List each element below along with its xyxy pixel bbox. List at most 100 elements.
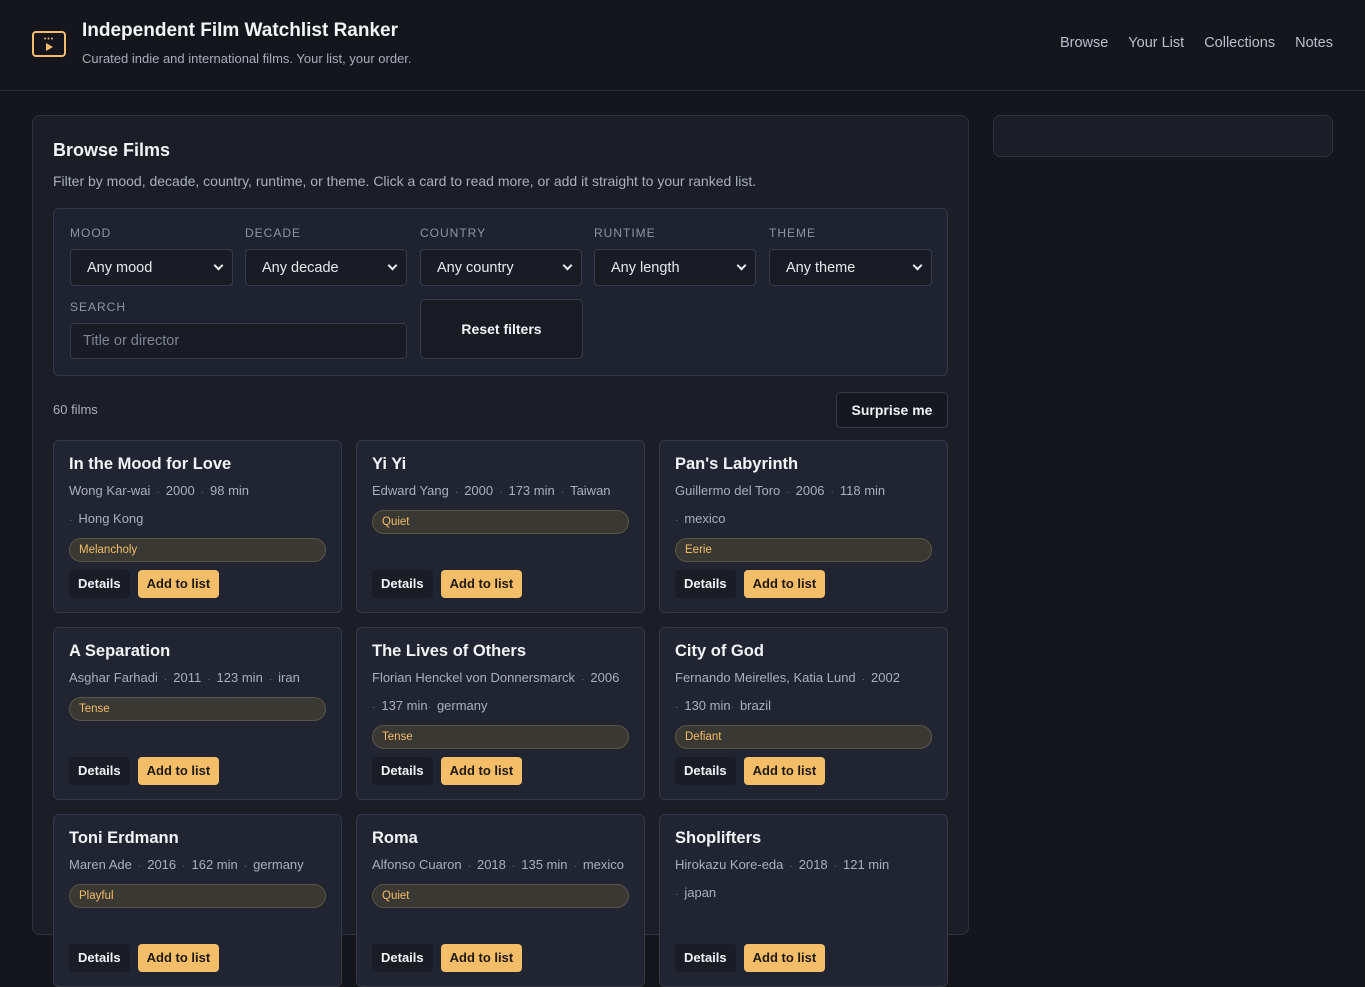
film-meta-item: Alfonso Cuaron — [372, 857, 462, 872]
top-bar: ••• Independent Film Watchlist Ranker Cu… — [0, 0, 1365, 91]
runtime-filter: RUNTIME Any length — [594, 226, 756, 286]
mood-value: Any mood — [87, 259, 153, 276]
separator-dot: · — [675, 515, 679, 526]
add-to-list-button[interactable]: Add to list — [743, 757, 826, 785]
film-meta-item: brazil — [739, 698, 772, 713]
separator-dot: · — [207, 674, 211, 685]
details-button[interactable]: Details — [372, 944, 433, 972]
filter-panel: MOOD Any mood DECADE Any decade COUNTRY … — [53, 208, 948, 376]
film-meta: Florian Henckel von Donnersmarck · 2006 · 13… — [372, 665, 629, 721]
add-to-list-button[interactable]: Add to list — [440, 944, 523, 972]
add-to-list-button[interactable]: Add to list — [743, 570, 826, 598]
surprise-me-button[interactable]: Surprise me — [836, 392, 948, 428]
film-meta-item: 2006 — [795, 483, 825, 498]
film-card[interactable]: Toni Erdmann Maren Ade · 2016 · 162 min · germa… — [53, 814, 342, 987]
card-actions: Details Add to list — [372, 944, 523, 972]
film-card[interactable]: A Separation Asghar Farhadi · 2011 · 123 min ·… — [53, 627, 342, 800]
separator-dot: · — [243, 861, 248, 872]
separator-dot: · — [163, 674, 168, 685]
details-button[interactable]: Details — [675, 570, 736, 598]
country-value: Any country — [437, 259, 514, 276]
country-label: COUNTRY — [420, 226, 487, 240]
separator-dot: · — [427, 702, 431, 713]
mood-tag: Quiet — [372, 884, 629, 908]
nav-your-list[interactable]: Your List — [1128, 35, 1184, 51]
separator-dot: · — [786, 487, 790, 498]
separator-dot: · — [675, 702, 679, 713]
card-actions: Details Add to list — [69, 570, 220, 598]
film-meta-item: 118 min — [839, 483, 886, 498]
details-button[interactable]: Details — [675, 944, 736, 972]
film-card[interactable]: The Lives of Others Florian Henckel von D… — [356, 627, 645, 800]
separator-dot: · — [137, 861, 142, 872]
add-to-list-button[interactable]: Add to list — [743, 944, 826, 972]
search-filter: SEARCH — [70, 300, 407, 359]
film-meta-item: Taiwan — [570, 483, 611, 498]
film-meta-item: 121 min — [843, 857, 890, 872]
chevron-down-icon — [387, 260, 398, 271]
add-to-list-button[interactable]: Add to list — [137, 570, 220, 598]
nav-notes[interactable]: Notes — [1295, 35, 1333, 51]
theme-value: Any theme — [786, 259, 856, 276]
film-card[interactable]: Pan's Labyrinth Guillermo del Toro · 2006 · 1… — [659, 440, 948, 613]
details-button[interactable]: Details — [69, 757, 130, 785]
film-card[interactable]: Yi Yi Edward Yang · 2000 · 173 min · Taiwan Quie… — [356, 440, 645, 613]
separator-dot: · — [581, 674, 585, 685]
chevron-down-icon — [912, 260, 923, 271]
search-input[interactable] — [70, 323, 407, 359]
film-card[interactable]: Roma Alfonso Cuaron · 2018 · 135 min · mexico Qu… — [356, 814, 645, 987]
browse-title: Browse Films — [53, 140, 171, 160]
add-to-list-button[interactable]: Add to list — [137, 944, 220, 972]
results-bar: 60 films Surprise me — [53, 376, 948, 440]
theme-select[interactable]: Any theme — [769, 249, 932, 286]
mood-tag: Quiet — [372, 510, 629, 534]
film-screen-icon: ••• — [32, 30, 66, 57]
reset-filters-button[interactable]: Reset filters — [420, 299, 583, 359]
decade-label: DECADE — [245, 226, 302, 240]
film-meta: Alfonso Cuaron · 2018 · 135 min · mexico — [372, 852, 629, 880]
nav-browse[interactable]: Browse — [1060, 35, 1108, 51]
film-meta-item: Florian Henckel von Donnersmarck — [372, 670, 576, 685]
film-meta-item: iran — [278, 670, 300, 685]
card-actions: Details Add to list — [675, 570, 826, 598]
add-to-list-button[interactable]: Add to list — [440, 757, 523, 785]
runtime-select[interactable]: Any length — [594, 249, 756, 286]
runtime-label: RUNTIME — [594, 226, 656, 240]
film-card[interactable]: City of God Fernando Meirelles, Katia Lun… — [659, 627, 948, 800]
decade-select[interactable]: Any decade — [245, 249, 407, 286]
separator-dot: · — [573, 861, 577, 872]
details-button[interactable]: Details — [69, 570, 130, 598]
separator-dot: · — [372, 702, 376, 713]
country-select[interactable]: Any country — [420, 249, 582, 286]
separator-dot: · — [200, 487, 205, 498]
film-meta-item: mexico — [582, 857, 625, 872]
film-meta-item: Asghar Farhadi — [69, 670, 158, 685]
film-meta-item: Maren Ade — [69, 857, 132, 872]
film-title: Roma — [372, 829, 418, 847]
film-meta-item: 2016 — [147, 857, 177, 872]
film-meta-item: Hirokazu Kore-eda — [675, 857, 784, 872]
film-meta-item: mexico — [684, 511, 726, 526]
browse-description: Filter by mood, decade, country, runtime… — [53, 173, 757, 189]
details-button[interactable]: Details — [372, 757, 433, 785]
film-card[interactable]: In the Mood for Love Wong Kar-wai · 2000 · 98… — [53, 440, 342, 613]
film-title: In the Mood for Love — [69, 455, 232, 473]
app-subtitle: Curated indie and international films. Y… — [82, 51, 412, 66]
add-to-list-button[interactable]: Add to list — [440, 570, 523, 598]
nav-collections[interactable]: Collections — [1204, 35, 1275, 51]
details-button[interactable]: Details — [69, 944, 130, 972]
mood-label: MOOD — [70, 226, 112, 240]
separator-dot: · — [730, 702, 734, 713]
film-title: Shoplifters — [675, 829, 762, 847]
mood-select[interactable]: Any mood — [70, 249, 233, 286]
separator-dot: · — [833, 861, 837, 872]
film-title: A Separation — [69, 642, 171, 660]
details-button[interactable]: Details — [372, 570, 433, 598]
film-meta-item: 2000 — [464, 483, 494, 498]
add-to-list-button[interactable]: Add to list — [137, 757, 220, 785]
film-meta-item: 137 min — [381, 698, 428, 713]
separator-dot: · — [830, 487, 834, 498]
film-card[interactable]: Shoplifters Hirokazu Kore-eda · 2018 · 121 mi… — [659, 814, 948, 987]
details-button[interactable]: Details — [675, 757, 736, 785]
film-meta-item: japan — [684, 885, 717, 900]
